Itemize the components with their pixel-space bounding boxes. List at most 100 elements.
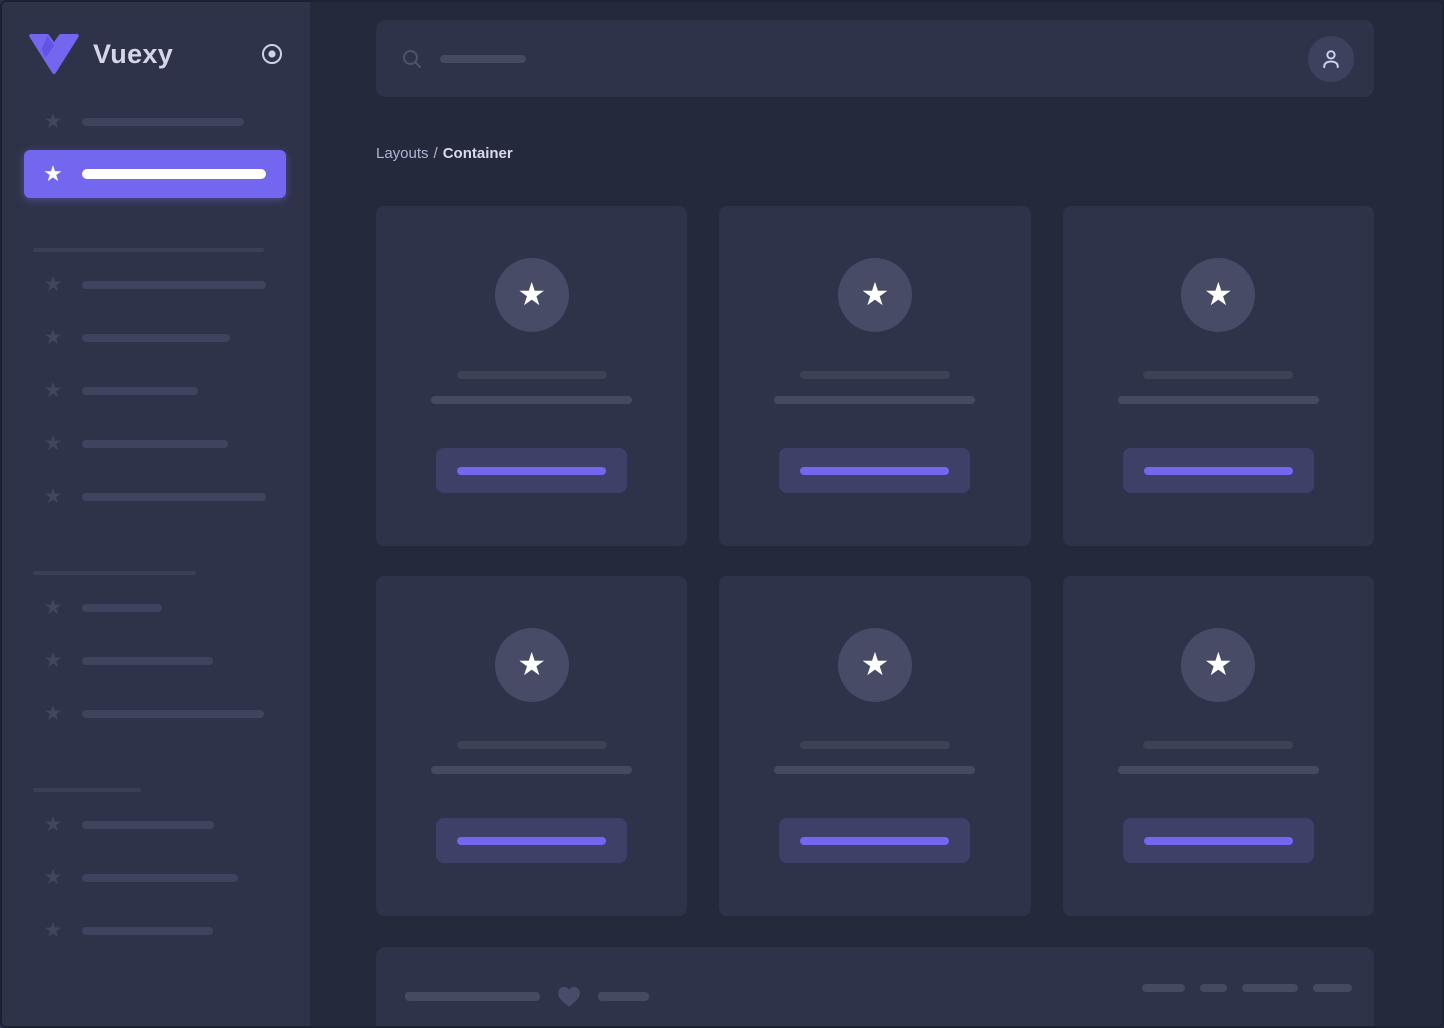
card-avatar-circle: ★ bbox=[494, 258, 569, 332]
footer-link-placeholder[interactable] bbox=[1200, 984, 1227, 992]
footer-link-placeholder[interactable] bbox=[1142, 984, 1185, 992]
footer-copyright bbox=[405, 984, 649, 1008]
footer-text-placeholder bbox=[598, 991, 649, 1001]
star-icon: ★ bbox=[43, 273, 63, 296]
nav-label-placeholder bbox=[82, 709, 264, 718]
sidebar-item[interactable]: ★ bbox=[0, 687, 310, 740]
nav-section-header-placeholder bbox=[33, 571, 196, 575]
sidebar-item[interactable]: ★ bbox=[0, 904, 310, 957]
app: Vuexy ★ ★ ★ ★ ★ ★ ★ ★ ★ ★ ★ ★ ★ Layouts … bbox=[0, 0, 1444, 1028]
card-title-placeholder bbox=[456, 741, 607, 749]
sidebar-item[interactable]: ★ bbox=[0, 417, 310, 470]
sidebar-item[interactable]: ★ bbox=[0, 364, 310, 417]
button-label-placeholder bbox=[457, 466, 607, 475]
nav-label-placeholder bbox=[82, 820, 214, 829]
card-action-button[interactable] bbox=[436, 818, 628, 863]
footer-link-placeholder[interactable] bbox=[1313, 984, 1352, 992]
sidebar: Vuexy ★ ★ ★ ★ ★ ★ ★ ★ ★ ★ ★ ★ ★ bbox=[0, 0, 310, 1028]
star-icon: ★ bbox=[43, 432, 63, 455]
vuexy-logo-icon bbox=[28, 34, 80, 74]
nav-section: ★ ★ ★ bbox=[0, 581, 310, 740]
card-action-button[interactable] bbox=[779, 818, 971, 863]
star-icon: ★ bbox=[43, 110, 63, 133]
star-icon: ★ bbox=[43, 919, 63, 942]
card-action-button[interactable] bbox=[436, 448, 628, 493]
sidebar-item[interactable]: ★ bbox=[0, 798, 310, 851]
skeleton-card: ★ bbox=[376, 576, 688, 916]
sidebar-item[interactable]: ★ bbox=[0, 851, 310, 904]
star-icon: ★ bbox=[43, 702, 63, 725]
search-bar[interactable] bbox=[376, 20, 1374, 97]
card-title-placeholder bbox=[456, 371, 607, 379]
search-icon bbox=[400, 47, 424, 71]
star-icon: ★ bbox=[860, 645, 890, 682]
sidebar-nav: ★ ★ ★ ★ ★ ★ ★ ★ ★ ★ ★ ★ ★ bbox=[0, 95, 310, 957]
star-icon: ★ bbox=[517, 275, 546, 312]
nav-label-placeholder bbox=[82, 333, 230, 342]
sidebar-item[interactable]: ★ bbox=[0, 95, 310, 148]
button-label-placeholder bbox=[1143, 836, 1293, 845]
sidebar-item[interactable]: ★ bbox=[0, 470, 310, 523]
nav-section: ★ ★ ★ ★ ★ bbox=[0, 258, 310, 523]
card-action-button[interactable] bbox=[779, 448, 971, 493]
star-icon: ★ bbox=[43, 326, 63, 349]
brand: Vuexy bbox=[0, 0, 310, 74]
skeleton-card: ★ bbox=[376, 206, 688, 546]
card-subtitle-placeholder bbox=[1117, 396, 1319, 404]
card-action-button[interactable] bbox=[1122, 448, 1314, 493]
star-icon: ★ bbox=[1203, 275, 1233, 312]
main-content: Layouts / Container ★ ★ ★ ★ ★ ★ bbox=[310, 0, 1444, 1028]
nav-label-placeholder bbox=[82, 492, 266, 501]
sidebar-item-active[interactable]: ★ bbox=[24, 150, 286, 198]
star-icon: ★ bbox=[43, 866, 63, 889]
record-circle-icon bbox=[260, 42, 284, 66]
button-label-placeholder bbox=[800, 466, 950, 475]
card-avatar-circle: ★ bbox=[837, 258, 912, 332]
card-subtitle-placeholder bbox=[1117, 766, 1319, 774]
footer-link-placeholder[interactable] bbox=[1242, 984, 1298, 992]
card-title-placeholder bbox=[1143, 371, 1294, 379]
sidebar-item[interactable]: ★ bbox=[0, 311, 310, 364]
person-icon bbox=[1318, 46, 1344, 72]
star-icon: ★ bbox=[43, 649, 63, 672]
skeleton-card: ★ bbox=[1062, 576, 1374, 916]
card-grid: ★ ★ ★ ★ ★ ★ bbox=[376, 206, 1374, 916]
nav-label-placeholder bbox=[82, 169, 266, 179]
card-title-placeholder bbox=[799, 371, 950, 379]
card-subtitle-placeholder bbox=[431, 396, 633, 404]
star-icon: ★ bbox=[43, 485, 63, 508]
sidebar-pin-toggle[interactable] bbox=[260, 42, 284, 66]
button-label-placeholder bbox=[1143, 466, 1293, 475]
card-avatar-circle: ★ bbox=[1181, 258, 1256, 332]
nav-label-placeholder bbox=[82, 280, 266, 289]
nav-label-placeholder bbox=[82, 603, 162, 612]
card-title-placeholder bbox=[799, 741, 950, 749]
footer-text-placeholder bbox=[405, 991, 540, 1001]
brand-name: Vuexy bbox=[93, 38, 174, 69]
skeleton-card: ★ bbox=[719, 576, 1031, 916]
user-avatar-button[interactable] bbox=[1308, 35, 1354, 82]
nav-label-placeholder bbox=[82, 656, 213, 665]
breadcrumb-link-layouts[interactable]: Layouts bbox=[376, 145, 429, 162]
card-title-placeholder bbox=[1143, 741, 1294, 749]
card-subtitle-placeholder bbox=[431, 766, 633, 774]
star-icon: ★ bbox=[43, 161, 63, 186]
button-label-placeholder bbox=[457, 836, 607, 845]
heart-icon bbox=[556, 984, 582, 1008]
star-icon: ★ bbox=[860, 275, 890, 312]
sidebar-item[interactable]: ★ bbox=[0, 258, 310, 311]
card-action-button[interactable] bbox=[1122, 818, 1314, 863]
skeleton-card: ★ bbox=[1062, 206, 1374, 546]
card-subtitle-placeholder bbox=[774, 396, 976, 404]
star-icon: ★ bbox=[43, 813, 63, 836]
sidebar-item[interactable]: ★ bbox=[0, 634, 310, 687]
sidebar-item[interactable]: ★ bbox=[0, 581, 310, 634]
star-icon: ★ bbox=[1203, 645, 1233, 682]
card-avatar-circle: ★ bbox=[494, 628, 569, 702]
card-avatar-circle: ★ bbox=[837, 628, 912, 702]
nav-label-placeholder bbox=[82, 439, 228, 448]
nav-section-header-placeholder bbox=[33, 788, 141, 792]
breadcrumb-current: Container bbox=[442, 145, 513, 162]
skeleton-card: ★ bbox=[719, 206, 1031, 546]
star-icon: ★ bbox=[43, 596, 63, 619]
